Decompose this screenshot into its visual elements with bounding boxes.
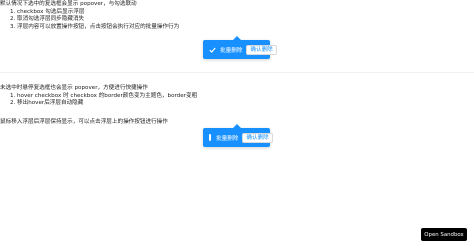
section-hover-popover: 未选中时悬停复选框也会显示 popover，方便进行快捷操作 1. hover c…: [0, 85, 197, 108]
batch-action-popover: 批量删除 确认删除: [203, 36, 277, 59]
notes-list: 1. checkbox 勾选后显示浮层 2. 取消勾选浮层同步隐藏消失 3. 浮层内容…: [0, 9, 179, 32]
checkbox-icon[interactable]: [209, 134, 211, 141]
section-note: 鼠标移入浮层后浮层保持显示，可以点击浮层上的操作按钮进行操作: [0, 119, 168, 125]
note-index: 2.: [10, 16, 16, 22]
checkmark-icon[interactable]: [209, 46, 216, 54]
popover-arrow: [232, 36, 241, 40]
note-index: 2.: [10, 100, 16, 106]
note-item: 2. 移出hover后浮层自动隐藏: [10, 100, 197, 108]
confirm-button[interactable]: 确认删除: [246, 44, 277, 55]
section-divider: [0, 72, 474, 73]
note-index: 1.: [10, 8, 16, 15]
note-text: 移出hover后浮层自动隐藏: [17, 100, 84, 106]
note-text: 取消勾选浮层同步隐藏消失: [17, 16, 85, 22]
note-index: 1.: [10, 92, 16, 99]
note-item: 2. 取消勾选浮层同步隐藏消失: [10, 16, 179, 24]
section-description: 默认情况下选中的复选框会显示 popover，与勾选联动: [0, 1, 137, 7]
section-checked-popover: 默认情况下选中的复选框会显示 popover，与勾选联动 1. checkbox …: [0, 1, 179, 31]
popover-arrow: [232, 124, 241, 128]
popover-label: 批量删除: [220, 47, 243, 54]
popover-label: 批量删除: [216, 135, 239, 142]
batch-action-popover: 批量删除 确认删除: [203, 124, 273, 147]
note-text: 浮层内容可以放置操作按钮，点击按钮会执行对应的批量操作行为: [17, 23, 180, 30]
confirm-button[interactable]: 确认删除: [242, 132, 273, 143]
note-index: 3.: [10, 23, 16, 30]
open-sandbox-button[interactable]: Open Sandbox: [421, 228, 467, 241]
section-description: 未选中时悬停复选框也会显示 popover，方便进行快捷操作: [0, 85, 148, 91]
notes-list: 1. hover checkbox 时 checkbox 的border颜色变为主…: [0, 93, 197, 108]
note-text: checkbox 勾选后显示浮层: [17, 8, 85, 15]
note-item: 3. 浮层内容可以放置操作按钮，点击按钮会执行对应的批量操作行为: [10, 24, 179, 32]
page: 默认情况下选中的复选框会显示 popover，与勾选联动 1. checkbox …: [0, 0, 474, 248]
note-text: hover checkbox 时 checkbox 的border颜色变为主题色…: [17, 92, 198, 99]
note-item: 1. hover checkbox 时 checkbox 的border颜色变为主…: [10, 93, 197, 101]
note-item: 1. checkbox 勾选后显示浮层: [10, 9, 179, 17]
